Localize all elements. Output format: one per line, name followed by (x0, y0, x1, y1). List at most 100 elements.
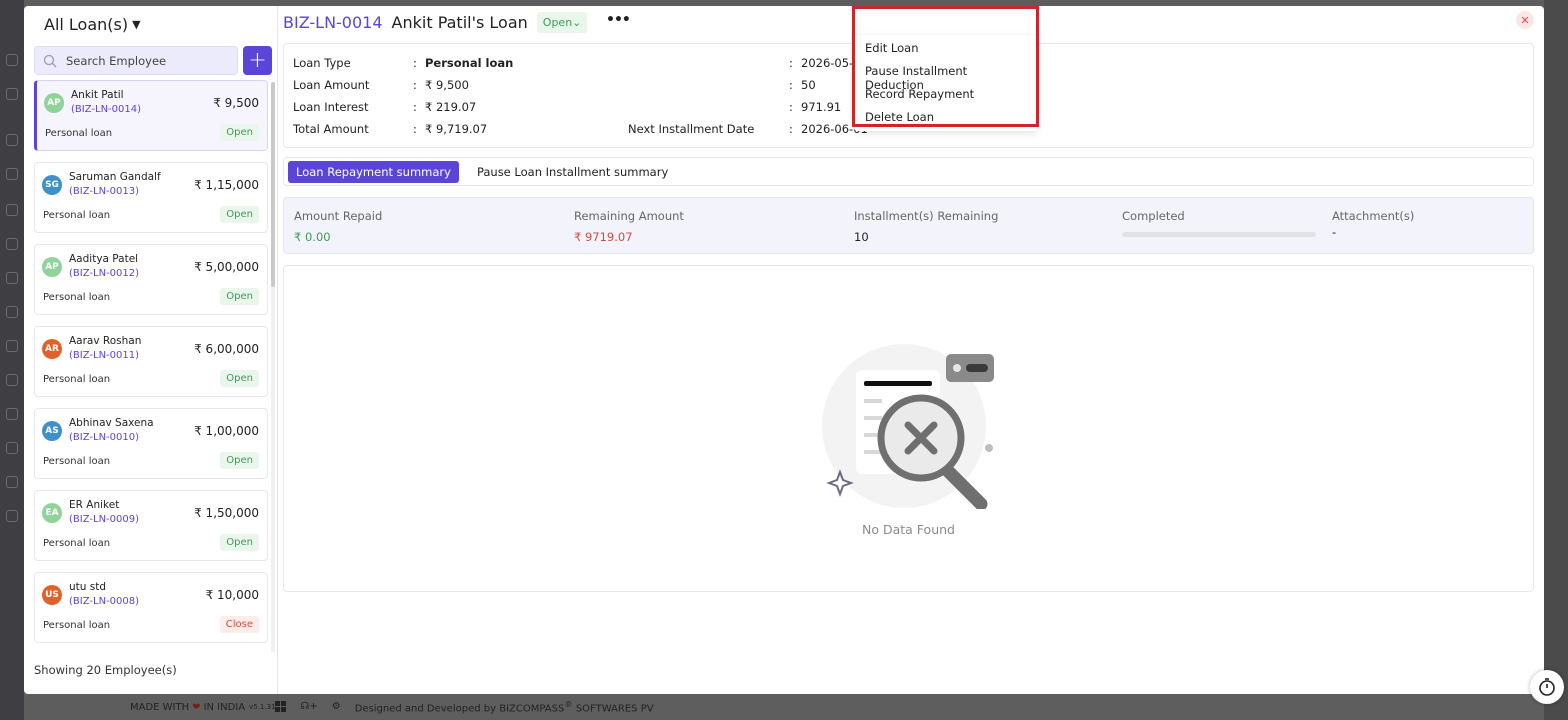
loan-id: (BIZ-LN-0013) (69, 186, 140, 197)
loan-card-0012[interactable]: AP Aaditya Patel (BIZ-LN-0012) ₹ 5,00,00… (34, 244, 268, 315)
info-label: Loan Amount (293, 78, 370, 92)
loan-actions-menu: Edit Loan Pause Installment Deduction Re… (854, 35, 1037, 131)
menu-item-pause-installment[interactable]: Pause Installment Deduction (854, 60, 1037, 92)
loan-card-0010[interactable]: AS Abhinav Saxena (BIZ-LN-0010) ₹ 1,00,0… (34, 408, 268, 479)
no-data-text: No Data Found (862, 522, 955, 537)
amount-repaid: Amount Repaid ₹ 0.00 (294, 209, 383, 244)
more-options-icon[interactable]: ••• (606, 12, 631, 28)
windows-icon (275, 701, 287, 713)
bg-nav-icon (6, 168, 18, 180)
info-value: 971.91 (801, 100, 842, 114)
bg-nav-icon (6, 204, 18, 216)
installments-remaining: Installment(s) Remaining 10 (854, 209, 999, 244)
loan-modal: All Loan(s) ▼ + AP Ankit Patil (BIZ-LN-0… (24, 6, 1544, 694)
loan-amount: ₹ 5,00,000 (194, 260, 259, 274)
loan-amount: ₹ 6,00,000 (194, 342, 259, 356)
avatar: SG (42, 175, 62, 195)
footer-company-suffix: SOFTWARES PV (575, 703, 654, 715)
footer-version: v5.1.31 (249, 703, 276, 711)
search-employee-input[interactable] (66, 53, 226, 68)
attachments: Attachment(s) - (1332, 209, 1415, 239)
employee-name: Aarav Roshan (69, 335, 142, 347)
info-row: Next Installment Date : 2026-06-01 (628, 122, 868, 136)
footer-in-india: IN INDIA (203, 701, 246, 713)
menu-item-delete-loan[interactable]: Delete Loan (854, 106, 1037, 129)
loan-id: (BIZ-LN-0008) (69, 596, 140, 607)
loan-id: (BIZ-LN-0014) (71, 104, 142, 115)
status-badge: Open (220, 124, 259, 141)
loan-list: AP Ankit Patil (BIZ-LN-0014) ₹ 9,500 Per… (34, 80, 268, 652)
loan-card-0014[interactable]: AP Ankit Patil (BIZ-LN-0014) ₹ 9,500 Per… (34, 80, 268, 151)
bg-nav-icon (6, 134, 18, 146)
info-row: : 971.91 (789, 100, 842, 114)
add-loan-button[interactable]: + (243, 46, 272, 75)
loan-card-0009[interactable]: EA ER Aniket (BIZ-LN-0009) ₹ 1,50,000 Pe… (34, 490, 268, 561)
bg-nav-icon (6, 272, 18, 284)
info-row: Loan Interest : ₹ 219.07 (293, 100, 477, 114)
bg-nav-icon (6, 442, 18, 454)
summary-tabs: Loan Repayment summary Pause Loan Instal… (283, 157, 1534, 186)
status-badge: Open (220, 370, 259, 387)
info-label: Loan Type (293, 56, 351, 70)
background-sidebar (0, 0, 24, 720)
tab-pause-installment-summary[interactable]: Pause Loan Installment summary (469, 161, 676, 183)
loan-card-0008[interactable]: US utu std (BIZ-LN-0008) ₹ 10,000 Person… (34, 572, 268, 643)
info-label: Loan Interest (293, 100, 369, 114)
loan-card-0011[interactable]: AR Aarav Roshan (BIZ-LN-0011) ₹ 6,00,000… (34, 326, 268, 397)
close-modal-button[interactable]: ✕ (1516, 11, 1534, 29)
info-row: Loan Amount : ₹ 9,500 (293, 78, 469, 92)
stopwatch-icon[interactable] (1530, 670, 1564, 704)
search-icon (43, 54, 57, 67)
bg-nav-icon (6, 408, 18, 420)
status-dropdown[interactable]: Open⌄ (536, 12, 588, 33)
menu-item-record-repayment[interactable]: Record Repayment (854, 83, 1037, 106)
employee-name: Aaditya Patel (69, 253, 139, 265)
info-label: Total Amount (293, 122, 369, 136)
footer-designed: Designed and Developed by (354, 703, 497, 715)
employee-name: utu std (69, 581, 107, 593)
loan-id: (BIZ-LN-0011) (69, 350, 140, 361)
loan-id: (BIZ-LN-0010) (69, 432, 140, 443)
info-row: Loan Type : Personal loan (293, 56, 514, 70)
info-row: Total Amount : ₹ 9,719.07 (293, 122, 488, 136)
scrollbar-thumb[interactable] (271, 82, 275, 287)
loan-id-title: BIZ-LN-0014 (283, 13, 383, 32)
status-label: Open (542, 16, 573, 29)
footer-made-with: MADE WITH (130, 701, 190, 713)
employee-name: Saruman Gandalf (69, 171, 161, 183)
loan-list-panel: All Loan(s) ▼ + AP Ankit Patil (BIZ-LN-0… (24, 6, 278, 694)
avatar: EA (42, 503, 62, 523)
chevron-down-icon: ⌄ (572, 16, 582, 29)
heart-icon: ❤ (192, 701, 201, 713)
settings-icon: ⚙ (331, 701, 341, 713)
loan-name-title: Ankit Patil's Loan (391, 13, 528, 32)
loan-type: Personal loan (43, 292, 111, 303)
info-value: 50 (801, 78, 816, 92)
bg-nav-icon (6, 476, 18, 488)
avatar: AP (42, 257, 62, 277)
loan-detail-panel: BIZ-LN-0014 Ankit Patil's Loan Open⌄ •••… (278, 6, 1544, 694)
avatar: US (42, 585, 62, 605)
search-box (34, 46, 238, 75)
employee-name: ER Aniket (69, 499, 120, 511)
bg-nav-icon (6, 340, 18, 352)
loan-type: Personal loan (43, 620, 111, 631)
loan-type: Personal loan (43, 210, 111, 221)
bg-nav-icon (6, 238, 18, 250)
avatar: AR (42, 339, 62, 359)
loan-filter-dropdown[interactable]: All Loan(s) ▼ (44, 15, 141, 34)
background-right-edge (1544, 0, 1568, 720)
loan-amount: ₹ 1,50,000 (194, 506, 259, 520)
info-row: : 50 (789, 78, 816, 92)
loan-amount: ₹ 9,500 (213, 96, 259, 110)
info-value: Personal loan (425, 56, 514, 70)
loan-card-0013[interactable]: SG Saruman Gandalf (BIZ-LN-0013) ₹ 1,15,… (34, 162, 268, 233)
list-scrollbar[interactable] (271, 82, 275, 652)
menu-item-edit-loan[interactable]: Edit Loan (854, 37, 1037, 60)
filter-label: All Loan(s) (44, 15, 129, 34)
bg-nav-icon (6, 88, 18, 100)
status-badge: Open (220, 206, 259, 223)
loan-type: Personal loan (43, 456, 111, 467)
footer-reg: ® (564, 699, 573, 710)
tab-loan-repayment-summary[interactable]: Loan Repayment summary (288, 160, 459, 183)
